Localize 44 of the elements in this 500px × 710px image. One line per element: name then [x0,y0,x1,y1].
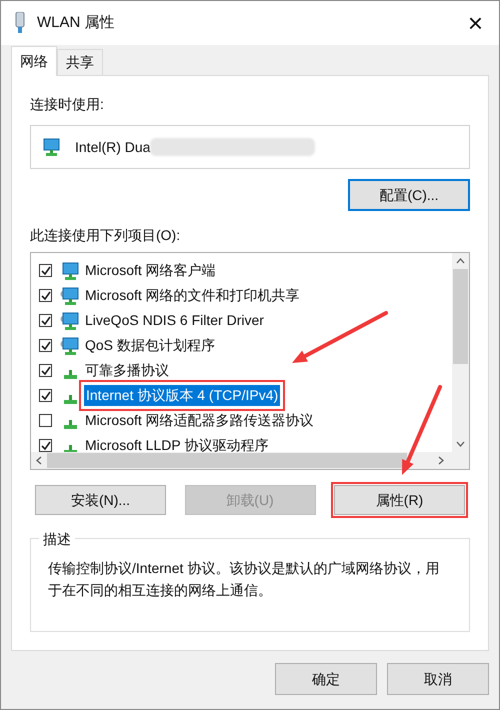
network-protocol-icon [64,394,76,404]
checkbox[interactable] [39,264,52,277]
dialog-button[interactable]: 确定 [275,663,377,695]
items-label: 此连接使用下列项目(O): [30,226,182,245]
checkbox[interactable] [39,414,52,427]
scroll-left-icon [36,456,42,465]
wireless-adapter-icon [15,12,25,34]
adapter-name: Intel(R) Dua [75,138,150,157]
list-item[interactable]: Internet 协议版本 4 (TCP/IPv4) [84,385,280,406]
list-item[interactable]: Microsoft 网络适配器多路传送器协议 [84,410,315,431]
scroll-down-icon [456,441,465,447]
configure-button[interactable]: 配置(C)... [348,179,470,211]
description-text: 传输控制协议/Internet 协议。该协议是默认的广域网络协议，用于在不同的相互连接的网络上通信。 [48,559,440,600]
checkbox[interactable] [39,439,52,452]
item-action-button[interactable]: 属性(R) [334,485,465,515]
checkbox[interactable] [39,364,52,377]
checkbox[interactable] [39,314,52,327]
horizontal-scrollbar[interactable] [31,452,469,469]
network-monitor-icon [41,137,61,157]
list-item[interactable]: Microsoft LLDP 协议驱动程序 [84,435,270,452]
dialog-button[interactable]: 取消 [387,663,489,695]
checkbox[interactable] [39,289,52,302]
vertical-scrollbar[interactable] [452,253,469,452]
network-protocol-icon [64,370,76,378]
list-item[interactable]: 可靠多播协议 [84,360,170,381]
network-monitor-icon [60,310,80,330]
checkbox[interactable] [39,389,52,402]
item-action-button[interactable]: 安装(N)... [35,485,166,515]
tab[interactable]: 共享 [57,49,103,75]
list-item[interactable]: Microsoft 网络的文件和打印机共享 [84,285,301,306]
list-item[interactable]: QoS 数据包计划程序 [84,335,216,356]
close-button[interactable]: × [464,10,487,36]
window-title: WLAN 属性 [37,12,115,33]
network-monitor-icon [60,286,80,306]
list-item[interactable]: Microsoft 网络客户端 [84,260,217,281]
scroll-up-icon [456,258,465,264]
scroll-right-icon [438,456,444,465]
network-monitor-icon [60,260,80,280]
connect-using-label: 连接时使用: [30,95,105,114]
network-monitor-icon [60,336,80,356]
network-protocol-icon [64,420,76,428]
checkbox[interactable] [39,339,52,352]
tab[interactable]: 网络 [11,46,57,76]
list-item[interactable]: LiveQoS NDIS 6 Filter Driver [84,310,265,331]
